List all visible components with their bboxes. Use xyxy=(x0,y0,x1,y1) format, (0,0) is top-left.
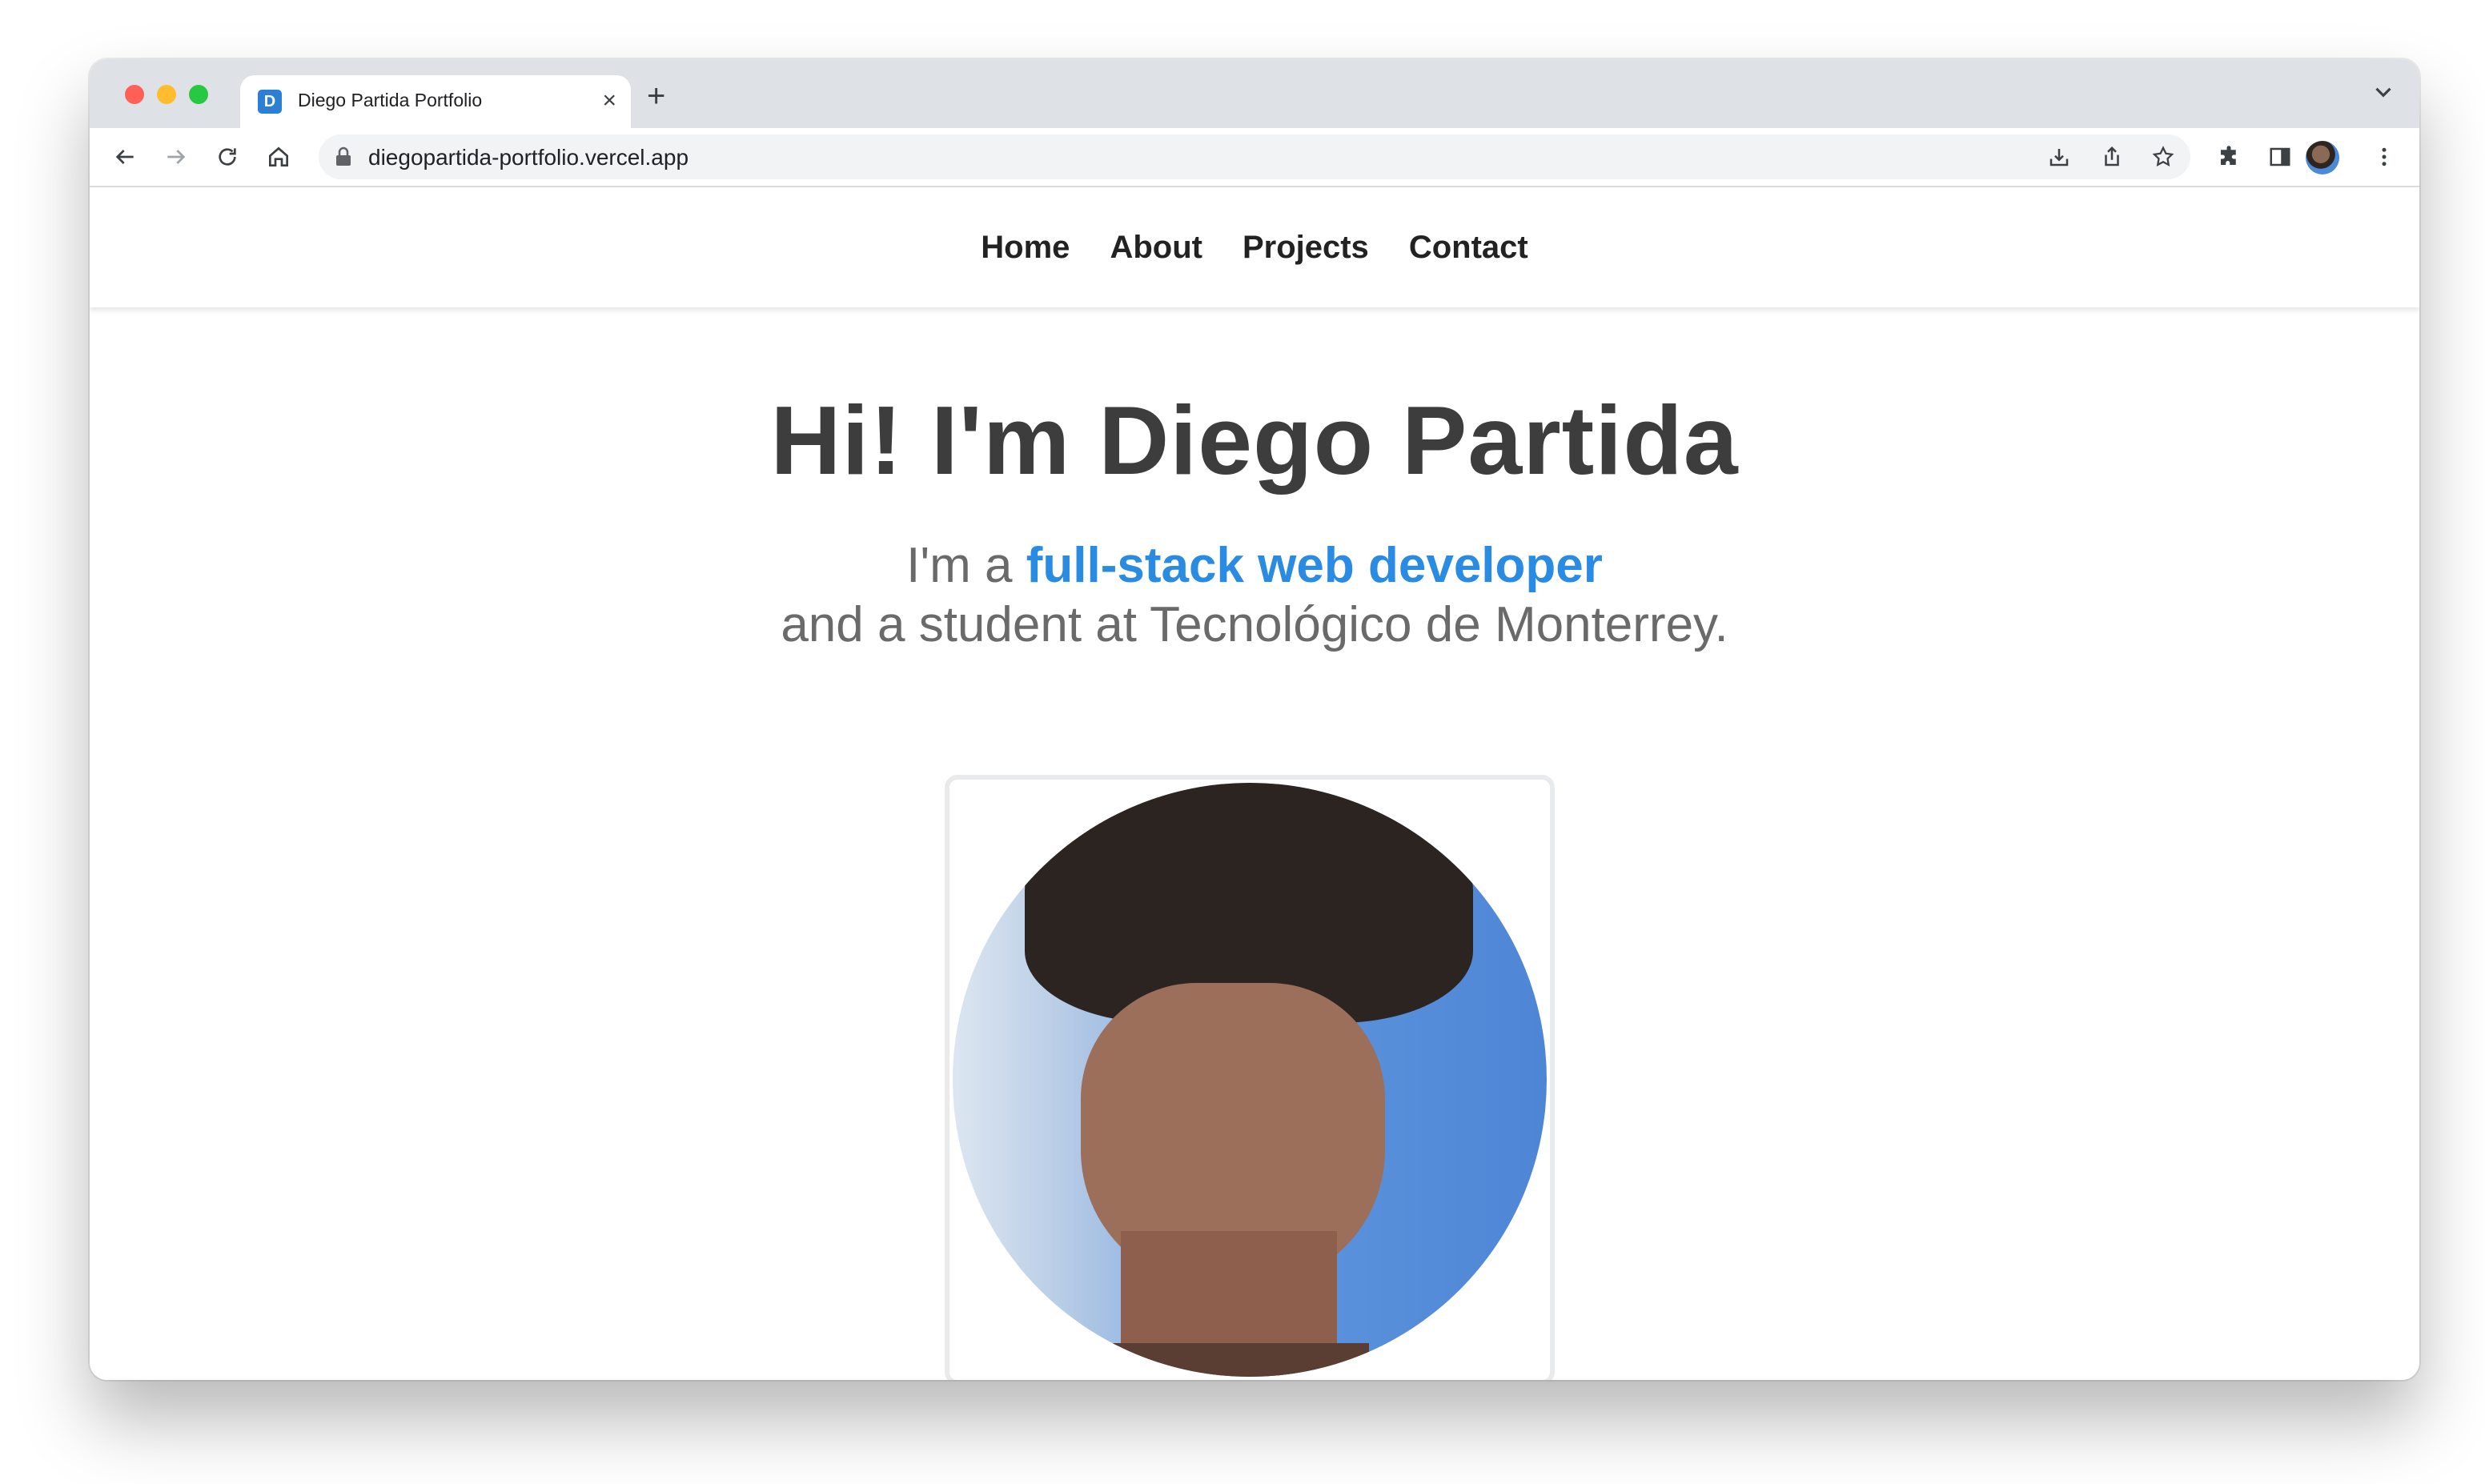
close-tab-icon[interactable]: × xyxy=(602,86,616,115)
install-app-icon[interactable] xyxy=(2043,141,2075,173)
side-panel-icon[interactable] xyxy=(2262,139,2298,174)
photo-shirt xyxy=(1113,1343,1369,1377)
share-icon[interactable] xyxy=(2096,141,2128,173)
nav-link-about[interactable]: About xyxy=(1110,230,1202,266)
bookmark-star-icon[interactable] xyxy=(2147,141,2179,173)
new-tab-button[interactable]: + xyxy=(647,80,665,112)
tab-title: Diego Partida Portfolio xyxy=(298,90,483,110)
lock-icon xyxy=(335,146,352,171)
reload-icon[interactable] xyxy=(210,139,245,174)
profile-avatar[interactable] xyxy=(2306,141,2339,174)
nav-link-contact[interactable]: Contact xyxy=(1409,230,1528,266)
minimize-window-button[interactable] xyxy=(157,85,176,104)
tab-search-chevron-down-icon[interactable] xyxy=(2370,78,2397,110)
maximize-window-button[interactable] xyxy=(189,85,208,104)
hero-subtitle: I'm a full-stack web developer and a stu… xyxy=(90,536,2419,655)
close-window-button[interactable] xyxy=(125,85,144,104)
hero-subtitle-line2: and a student at Tecnológico de Monterre… xyxy=(781,597,1728,652)
browser-window: D Diego Partida Portfolio × + diegoparti… xyxy=(90,59,2419,1380)
nav-link-projects[interactable]: Projects xyxy=(1242,230,1369,266)
favicon-icon: D xyxy=(258,90,282,114)
hero-subtitle-line1: I'm a full-stack web developer xyxy=(90,536,2419,596)
address-bar[interactable]: diegopartida-portfolio.vercel.app xyxy=(319,134,2190,179)
hero-title: Hi! I'm Diego Partida xyxy=(770,386,1739,495)
page-viewport: Home About Projects Contact Hi! I'm Dieg… xyxy=(90,187,2419,1380)
forward-arrow-icon[interactable] xyxy=(159,139,194,174)
site-navbar: Home About Projects Contact xyxy=(90,187,2419,307)
tab-strip: D Diego Partida Portfolio × + xyxy=(90,59,2419,128)
hero-subtitle-prefix: I'm a xyxy=(906,538,1026,593)
hero-subtitle-highlight: full-stack web developer xyxy=(1026,538,1603,593)
more-menu-icon[interactable] xyxy=(2367,139,2402,174)
browser-toolbar: diegopartida-portfolio.vercel.app xyxy=(90,128,2419,187)
nav-link-home[interactable]: Home xyxy=(981,230,1070,266)
profile-photo xyxy=(953,783,1547,1377)
home-icon[interactable] xyxy=(261,139,296,174)
profile-photo-frame xyxy=(945,775,1555,1380)
url-text: diegopartida-portfolio.vercel.app xyxy=(368,145,689,170)
back-arrow-icon[interactable] xyxy=(107,139,143,174)
active-tab[interactable]: D Diego Partida Portfolio × xyxy=(240,75,631,128)
extensions-puzzle-icon[interactable] xyxy=(2211,139,2246,174)
